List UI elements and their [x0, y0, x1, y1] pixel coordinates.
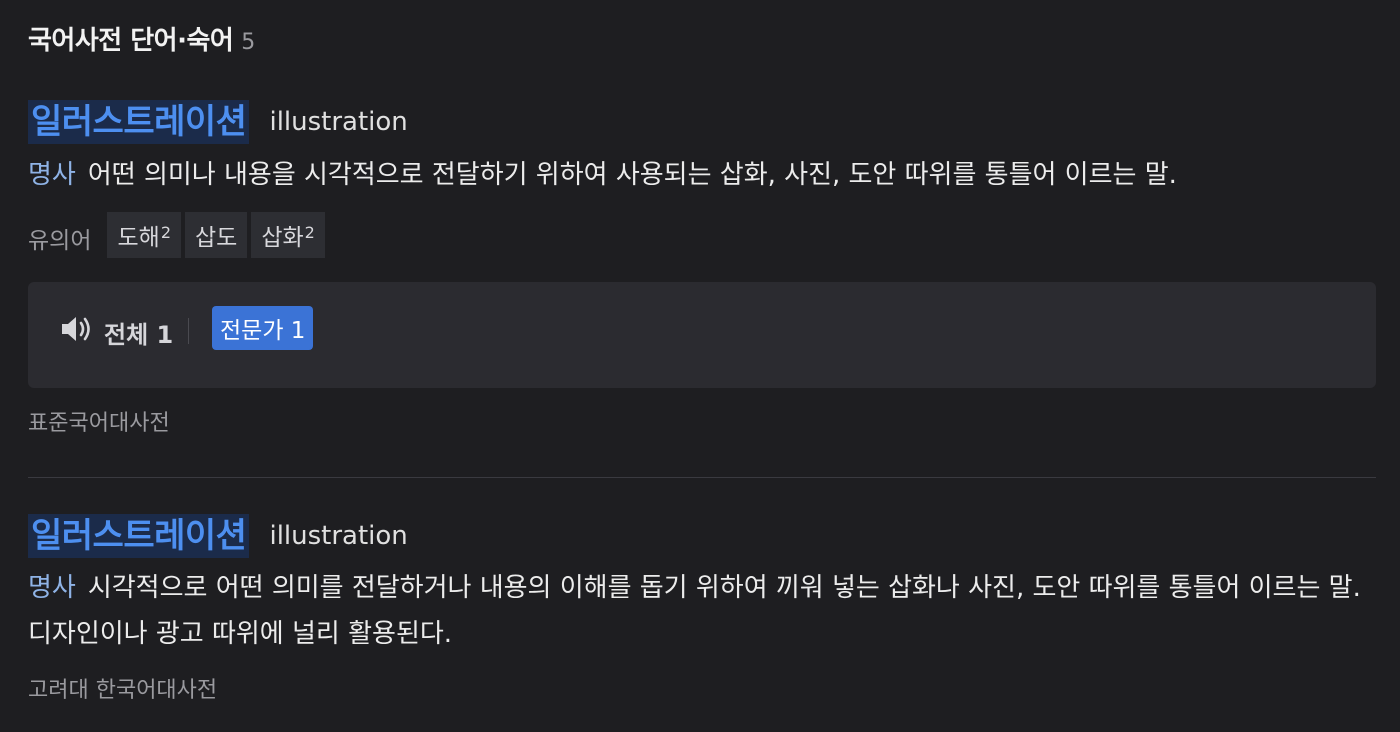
- divider: [188, 318, 189, 344]
- play-all-label: 전체 1: [104, 320, 174, 349]
- pronunciation-box: 전체 1 전문가 1: [28, 282, 1376, 388]
- entry-2-headword[interactable]: 일러스트레이션: [28, 514, 250, 558]
- entry-divider: [28, 477, 1376, 478]
- entry-1-pos: 명사: [28, 160, 76, 190]
- section-header: 국어사전 단어·숙어 5: [28, 20, 255, 56]
- entry-1-headword[interactable]: 일러스트레이션: [28, 100, 250, 144]
- entry-2-pos: 명사: [28, 573, 76, 603]
- entry-2-definition-text: 시각적으로 어떤 의미를 전달하거나 내용의 이해를 돕기 위하여 끼워 넣는 …: [28, 573, 1361, 649]
- result-count: 5: [241, 30, 256, 55]
- entry-1-definition-text: 어떤 의미나 내용을 시각적으로 전달하기 위하여 사용되는 삽화, 사진, 도…: [87, 160, 1177, 190]
- entry-1-source[interactable]: 표준국어대사전: [28, 405, 170, 437]
- synonym-word: 삽도: [195, 225, 238, 251]
- entry-1-definition: 명사 어떤 의미나 내용을 시각적으로 전달하기 위하여 사용되는 삽화, 사진,…: [28, 152, 1368, 198]
- entry-1-origin: illustration: [269, 107, 408, 137]
- entry-2-origin: illustration: [269, 521, 408, 551]
- play-all-button[interactable]: 전체 1: [60, 310, 173, 354]
- synonym-word: 도해: [117, 225, 160, 251]
- entry-1-synonyms: 유의어 도해 2 삽도 삽화 2: [28, 212, 325, 258]
- entry-2-source[interactable]: 고려대 한국어대사전: [28, 672, 217, 704]
- synonym-chip[interactable]: 삽화 2: [251, 212, 325, 258]
- entry-1-header: 일러스트레이션 illustration: [28, 100, 408, 144]
- synonym-homonym-number: 2: [304, 222, 315, 242]
- synonym-label: 유의어: [28, 228, 92, 254]
- dictionary-results: 국어사전 단어·숙어 5 일러스트레이션 illustration 명사 어떤 의…: [0, 0, 1400, 732]
- synonym-word: 삽화: [261, 225, 304, 251]
- speaker-icon: [60, 314, 94, 350]
- synonym-chip[interactable]: 삽도: [185, 212, 248, 258]
- expert-filter-button[interactable]: 전문가 1: [212, 306, 314, 350]
- entry-2-header: 일러스트레이션 illustration: [28, 514, 408, 558]
- synonym-chip[interactable]: 도해 2: [107, 212, 181, 258]
- section-title: 국어사전 단어·숙어: [28, 26, 234, 56]
- entry-2-definition: 명사 시각적으로 어떤 의미를 전달하거나 내용의 이해를 돕기 위하여 끼워 넣…: [28, 565, 1368, 657]
- synonym-homonym-number: 2: [160, 222, 171, 242]
